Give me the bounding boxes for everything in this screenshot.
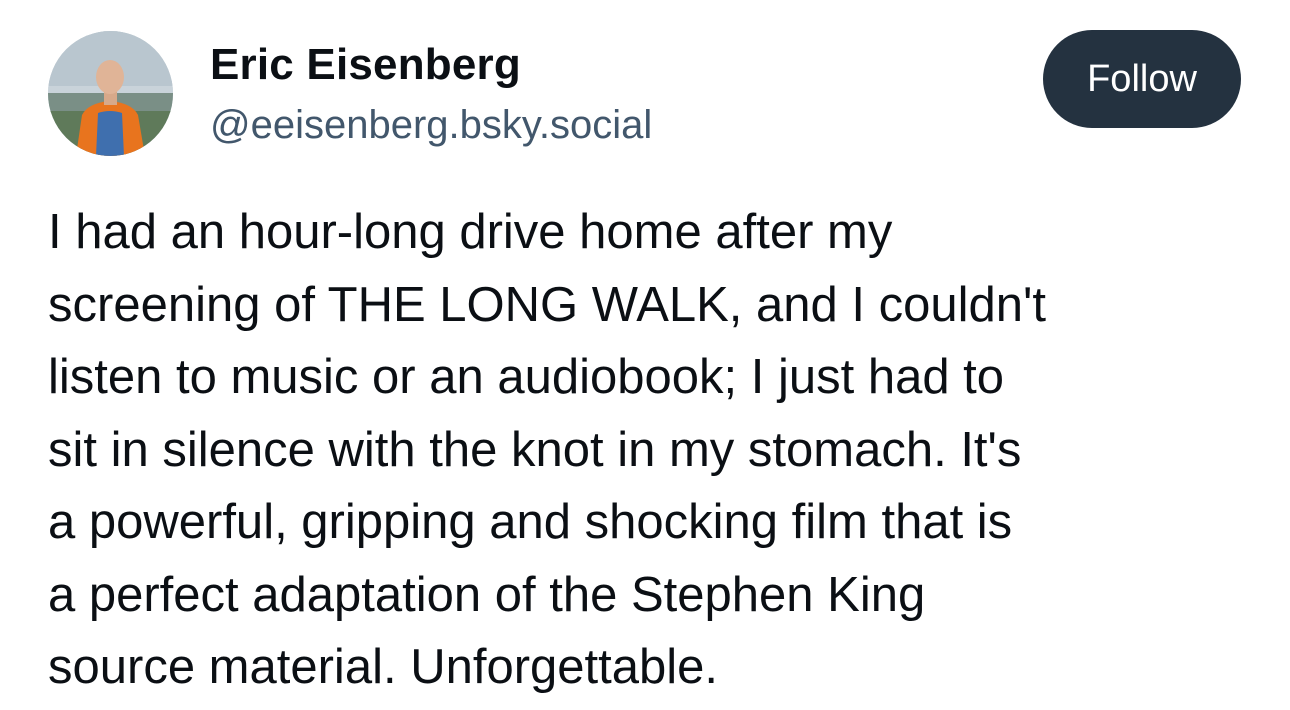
post-text-line: a perfect adaptation of the Stephen King (48, 567, 926, 622)
post-card: Eric Eisenberg @eeisenberg.bsky.social F… (0, 0, 1290, 710)
author-handle[interactable]: @eeisenberg.bsky.social (210, 100, 652, 150)
post-text: I had an hour-long drive home after my s… (48, 196, 1263, 704)
author-display-name[interactable]: Eric Eisenberg (210, 38, 521, 92)
post-text-line: source material. Unforgettable. (48, 640, 718, 694)
post-text-line: sit in silence with the knot in my stoma… (48, 422, 1022, 477)
follow-button[interactable]: Follow (1043, 30, 1241, 128)
post-text-line: listen to music or an audiobook; I just … (48, 350, 1005, 404)
post-text-line: a powerful, gripping and shocking film t… (48, 495, 1013, 549)
author-avatar[interactable] (48, 31, 173, 156)
avatar-photo-icon (48, 31, 173, 156)
post-text-line: I had an hour-long drive home after my (48, 205, 893, 259)
post-text-line: screening of THE LONG WALK, and I couldn… (48, 277, 1046, 332)
